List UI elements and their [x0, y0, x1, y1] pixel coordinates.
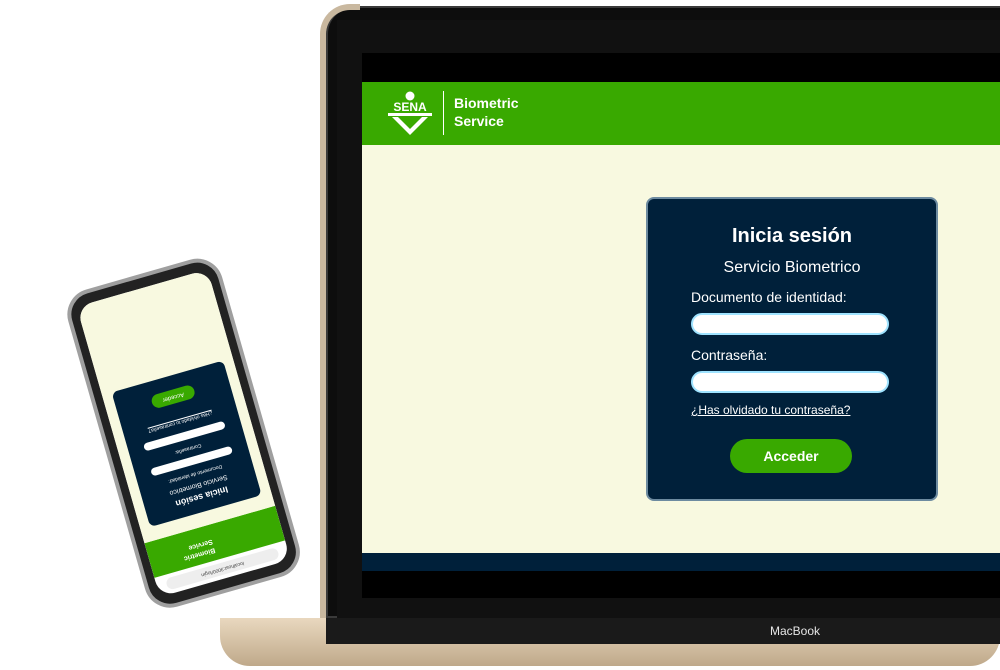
- phone-body: localhost:3000/login Biometric Service I…: [61, 252, 307, 614]
- login-subtitle: Servicio Biometrico: [723, 259, 861, 276]
- phone-screen: localhost:3000/login Biometric Service I…: [76, 269, 291, 598]
- phone-brand: Biometric Service: [180, 537, 216, 563]
- brand-title: Biometric Service: [454, 94, 519, 130]
- app-footer: [362, 553, 1000, 571]
- laptop-screen: SENA Biometric Service Inicia sesión Ser…: [362, 53, 1000, 598]
- app-header: SENA Biometric Service: [362, 82, 1000, 145]
- sena-logo-text: SENA: [393, 100, 427, 114]
- phone-screen-content: localhost:3000/login Biometric Service I…: [76, 269, 291, 597]
- phone-acceder-button[interactable]: Acceder: [150, 383, 197, 410]
- document-input[interactable]: [691, 313, 889, 335]
- laptop-hinge: [326, 618, 1000, 644]
- sena-logo-icon: SENA: [388, 91, 432, 135]
- password-label: Contraseña:: [691, 347, 768, 363]
- login-card: Inicia sesión Servicio Biometrico Docume…: [646, 197, 938, 501]
- login-page: Inicia sesión Servicio Biometrico Docume…: [362, 145, 1000, 553]
- macbook-label: MacBook: [769, 624, 821, 638]
- forgot-password-link[interactable]: ¿Has olvidado tu contraseña?: [691, 403, 850, 417]
- brand-line-1: Biometric: [454, 95, 519, 111]
- brand-line-2: Service: [454, 113, 504, 129]
- phone-mockup: localhost:3000/login Biometric Service I…: [8, 237, 361, 638]
- acceder-button[interactable]: Acceder: [730, 439, 852, 473]
- login-title: Inicia sesión: [731, 225, 853, 247]
- document-label: Documento de identidad:: [691, 289, 847, 305]
- password-input[interactable]: [691, 371, 889, 393]
- logo-divider: [443, 91, 444, 135]
